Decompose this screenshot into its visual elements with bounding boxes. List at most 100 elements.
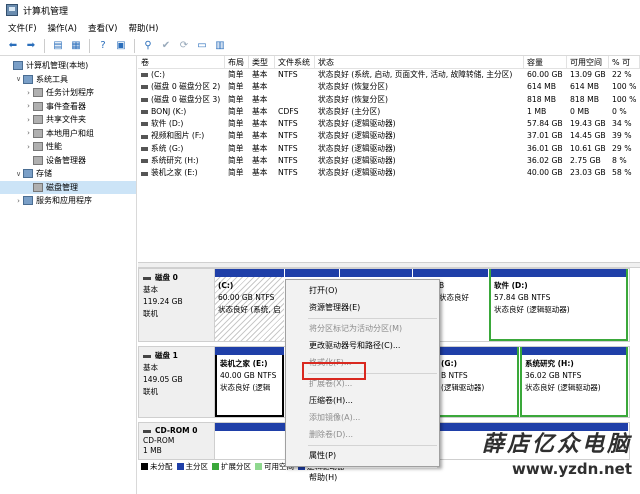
table-cell: 10.61 GB (570, 143, 606, 153)
partition-status: 状态良好 (系统, 启 (218, 305, 281, 314)
tree-item[interactable]: › 共享文件夹 (0, 113, 136, 127)
title-bar: 计算机管理 (0, 0, 640, 20)
volume-name: BONJ (K:) (151, 106, 187, 116)
partition-status: 状态良好 (439, 293, 469, 302)
tree-item[interactable]: › 事件查看器 (0, 100, 136, 114)
tree-item[interactable]: ∨ 系统工具 (0, 73, 136, 87)
show-hide-tree-icon[interactable]: ▦ (69, 39, 83, 53)
col-percent-free[interactable]: % 可 (609, 56, 640, 68)
drive-icon (141, 73, 148, 78)
expander-icon[interactable]: › (14, 197, 23, 205)
partition-title: 软件 (D:) (494, 281, 528, 290)
context-menu-item[interactable]: 压缩卷(H)... (286, 393, 439, 410)
disk-0-label[interactable]: 磁盘 0 基本 119.24 GB 联机 (138, 268, 215, 342)
col-capacity[interactable]: 容量 (524, 56, 567, 68)
partition-c[interactable]: (C:) 60.00 GB NTFS 状态良好 (系统, 启 (215, 269, 285, 341)
tree-item[interactable]: › 任务计划程序 (0, 86, 136, 100)
col-status[interactable]: 状态 (315, 56, 524, 68)
expander-icon[interactable]: ∨ (14, 170, 23, 178)
expander-icon[interactable]: › (24, 89, 33, 97)
expander-icon[interactable]: › (24, 129, 33, 137)
table-cell: 2.75 GB (570, 156, 601, 166)
context-menu-item[interactable]: 属性(P) (286, 448, 439, 465)
partition-d[interactable]: 软件 (D:) 57.84 GB NTFS 状态良好 (逻辑驱动器) (489, 269, 629, 341)
context-menu-item: 格式化(F)... (309, 357, 352, 367)
table-cell: 36.02 GB (527, 156, 563, 166)
expander-icon[interactable]: ∨ (14, 75, 23, 83)
menu-separator (308, 318, 437, 320)
col-volume[interactable]: 卷 (138, 56, 225, 68)
tree-item[interactable]: ∨ 存储 (0, 167, 136, 181)
expander-icon[interactable]: › (24, 102, 33, 110)
table-row[interactable]: (磁盘 0 磁盘分区 2) 简单 基本 状态良好 (恢复分区) 614 MB 614 MB… (138, 81, 640, 93)
partition-e[interactable]: 装机之家 (E:) 40.00 GB NTFS 状态良好 (逻辑 (215, 347, 285, 417)
table-row[interactable]: (磁盘 0 磁盘分区 3) 简单 基本 状态良好 (恢复分区) 818 MB 818 MB… (138, 94, 640, 106)
table-row[interactable]: 视频和图片 (F:) 简单 基本 NTFS 状态良好 (逻辑驱动器) 37.01 GB 14… (138, 130, 640, 142)
cdrom-0-label[interactable]: CD-ROM 0 CD-ROM 1 MB (138, 422, 215, 460)
tree-item[interactable]: 设备管理器 (0, 154, 136, 168)
volume-list-header: 卷 布局 类型 文件系统 状态 容量 可用空间 % 可 (138, 56, 640, 69)
table-cell: BONJ (K:) (138, 106, 225, 118)
table-cell: 13.09 GB (570, 70, 606, 79)
help-icon[interactable]: ? (96, 39, 110, 53)
expander-icon[interactable]: › (24, 116, 33, 124)
col-type[interactable]: 类型 (249, 56, 275, 68)
tree-item[interactable]: › 性能 (0, 140, 136, 154)
menu-view[interactable]: 查看(V) (88, 22, 117, 34)
connect-icon[interactable]: ⚲ (141, 39, 155, 53)
watermark-url: www.yzdn.net (512, 460, 632, 478)
table-cell: 视频和图片 (F:) (138, 130, 225, 142)
menu-file[interactable]: 文件(F) (8, 22, 37, 34)
back-arrow-icon[interactable]: ⬅ (6, 39, 20, 53)
table-cell: 基本 (252, 131, 268, 141)
context-menu-item[interactable]: 资源管理器(E) (286, 300, 439, 317)
tree-item[interactable]: › 本地用户和组 (0, 127, 136, 141)
table-row[interactable]: 系统研究 (H:) 简单 基本 NTFS 状态良好 (逻辑驱动器) 36.02 GB 2.7… (138, 155, 640, 167)
table-cell: 基本 (252, 168, 268, 178)
context-menu-item[interactable]: 帮助(H) (286, 470, 439, 487)
folder-icon[interactable]: ▭ (195, 39, 209, 53)
forward-arrow-icon[interactable]: ➡ (24, 39, 38, 53)
view-icon[interactable]: ▥ (213, 39, 227, 53)
table-cell: 19.43 GB (570, 119, 606, 129)
menu-help[interactable]: 帮助(H) (128, 22, 158, 34)
table-cell: 614 MB (527, 82, 557, 92)
computer-management-icon (6, 4, 18, 16)
col-free-space[interactable]: 可用空间 (567, 56, 609, 68)
table-cell: NTFS (278, 156, 298, 166)
partition-bar (285, 269, 339, 277)
tree-node-icon (33, 182, 43, 192)
table-row[interactable]: 系统 (G:) 简单 基本 NTFS 状态良好 (逻辑驱动器) 36.01 GB 10.61… (138, 143, 640, 155)
rescan-icon[interactable]: ⟳ (177, 39, 191, 53)
table-cell: 1 MB (527, 106, 547, 116)
table-row[interactable]: 装机之家 (E:) 简单 基本 NTFS 状态良好 (逻辑驱动器) 40.00 GB 23.… (138, 167, 640, 179)
col-filesystem[interactable]: 文件系统 (275, 56, 315, 68)
tree-item[interactable]: 磁盘管理 (0, 180, 136, 194)
table-cell (275, 94, 315, 106)
table-row[interactable]: (C:) 简单 基本 NTFS 状态良好 (系统, 启动, 页面文件, 活动, 故障转储… (138, 69, 640, 81)
context-menu-item: 扩展卷(X)... (309, 379, 353, 389)
table-cell: 软件 (D:) (138, 118, 225, 130)
table-cell: 简单 (228, 70, 244, 79)
tree-node-icon (33, 128, 43, 138)
properties-icon[interactable]: ▣ (114, 39, 128, 53)
table-cell: 简单 (228, 119, 244, 129)
table-row[interactable]: 软件 (D:) 简单 基本 NTFS 状态良好 (逻辑驱动器) 57.84 GB 19.43… (138, 118, 640, 130)
context-menu-item[interactable]: 更改驱动器号和路径(C)... (286, 338, 439, 355)
menu-action[interactable]: 操作(A) (48, 22, 77, 34)
context-menu-item[interactable]: 打开(O) (286, 283, 439, 300)
tree-item[interactable]: › 服务和应用程序 (0, 194, 136, 208)
table-row[interactable]: BONJ (K:) 简单 基本 CDFS 状态良好 (主分区) 1 MB 0 MB 0 % (138, 106, 640, 118)
table-cell: (C:) (138, 69, 225, 81)
table-cell: 58 % (612, 168, 632, 178)
tree-item[interactable]: 计算机管理(本地) (0, 59, 136, 73)
partition-h[interactable]: 系统研究 (H:) 36.02 GB NTFS 状态良好 (逻辑驱动器) (520, 347, 629, 417)
col-layout[interactable]: 布局 (225, 56, 249, 68)
partition-size: B (439, 281, 445, 290)
disk-1-label[interactable]: 磁盘 1 基本 149.05 GB 联机 (138, 346, 215, 418)
expander-icon[interactable]: › (24, 143, 33, 151)
toolbar-separator (44, 38, 45, 53)
up-folder-icon[interactable]: ▤ (51, 39, 65, 53)
check-icon[interactable]: ✔ (159, 39, 173, 53)
tree-item-label: 计算机管理(本地) (26, 61, 89, 71)
